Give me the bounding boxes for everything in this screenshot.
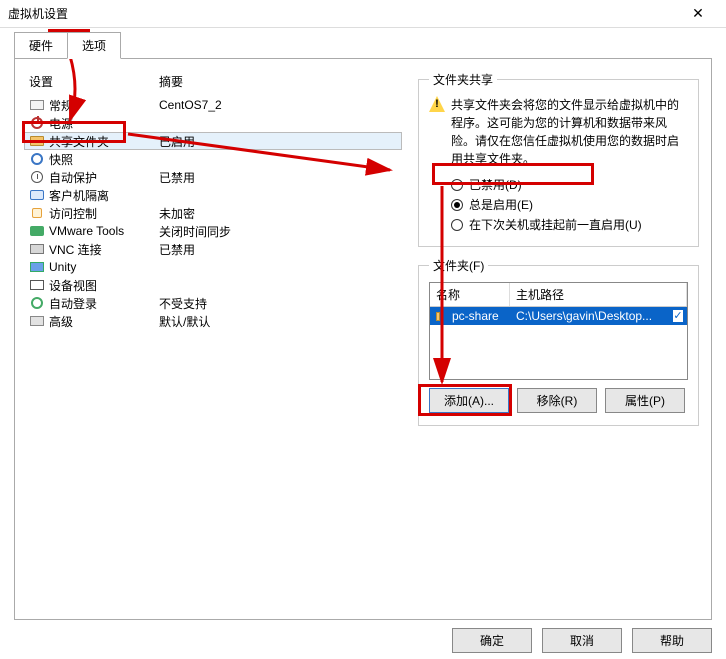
options-row-label: 快照 xyxy=(49,151,159,168)
options-row-advanced[interactable]: 高级 默认/默认 xyxy=(25,312,410,330)
options-row-vmware-tools[interactable]: VMware Tools 关闭时间同步 xyxy=(25,222,410,240)
options-row-summary: 未加密 xyxy=(159,205,195,222)
add-folder-button[interactable]: 添加(A)... xyxy=(429,388,509,413)
radio-disabled[interactable]: 已禁用(D) xyxy=(451,176,688,193)
folder-share-icon xyxy=(430,312,446,321)
window-title: 虚拟机设置 xyxy=(8,5,68,22)
unity-icon xyxy=(29,259,45,275)
vnc-icon xyxy=(29,241,45,257)
options-row-label: 自动登录 xyxy=(49,295,159,312)
options-row-label: 自动保护 xyxy=(49,169,159,186)
options-row-general[interactable]: 常规 CentOS7_2 xyxy=(25,96,410,114)
folder-enabled-check[interactable]: ✓ xyxy=(669,310,687,322)
radio-icon xyxy=(451,219,463,231)
ok-button[interactable]: 确定 xyxy=(452,628,532,653)
options-row-label: 高级 xyxy=(49,313,159,330)
monitor-icon xyxy=(29,97,45,113)
dialog-buttons: 确定 取消 帮助 xyxy=(452,628,712,653)
tab-options[interactable]: 选项 xyxy=(67,32,121,59)
options-row-label: 常规 xyxy=(49,97,159,114)
radio-label: 已禁用(D) xyxy=(469,176,522,193)
details-panel: 文件夹共享 ! 共享文件夹会将您的文件显示给虚拟机中的程序。这可能为您的计算机和… xyxy=(410,59,711,619)
content-area: 设置 摘要 常规 CentOS7_2 电源 共享文件夹 已启用 快照 自动保护 … xyxy=(14,58,712,620)
options-row-device-view[interactable]: 设备视图 xyxy=(25,276,410,294)
options-row-summary: CentOS7_2 xyxy=(159,98,222,112)
radio-label: 总是启用(E) xyxy=(469,196,533,213)
cancel-button[interactable]: 取消 xyxy=(542,628,622,653)
options-row-label: 访问控制 xyxy=(49,205,159,222)
snapshot-icon xyxy=(29,151,45,167)
folders-group-label: 文件夹(F) xyxy=(429,257,488,274)
titlebar: 虚拟机设置 ✕ xyxy=(0,0,726,28)
options-row-summary: 不受支持 xyxy=(159,295,207,312)
login-icon xyxy=(29,295,45,311)
radio-icon xyxy=(451,199,463,211)
sharing-group-label: 文件夹共享 xyxy=(429,71,497,88)
radio-until-next[interactable]: 在下次关机或挂起前一直启用(U) xyxy=(451,216,688,233)
warning-icon: ! xyxy=(429,96,445,112)
remove-folder-button[interactable]: 移除(R) xyxy=(517,388,597,413)
folder-props-button[interactable]: 属性(P) xyxy=(605,388,685,413)
users-icon xyxy=(29,187,45,203)
sharing-warning-text: 共享文件夹会将您的文件显示给虚拟机中的程序。这可能为您的计算机和数据带来风险。请… xyxy=(451,96,688,168)
folders-table[interactable]: 名称 主机路径 pc-share C:\Users\gavin\Desktop.… xyxy=(429,282,688,380)
options-list-panel: 设置 摘要 常规 CentOS7_2 电源 共享文件夹 已启用 快照 自动保护 … xyxy=(15,59,410,619)
options-row-guest-iso[interactable]: 客户机隔离 xyxy=(25,186,410,204)
lock-icon xyxy=(29,205,45,221)
folders-table-row[interactable]: pc-share C:\Users\gavin\Desktop... ✓ xyxy=(430,307,687,325)
options-row-autologin[interactable]: 自动登录 不受支持 xyxy=(25,294,410,312)
folders-button-row: 添加(A)... 移除(R) 属性(P) xyxy=(429,388,688,413)
options-row-label: 共享文件夹 xyxy=(49,133,159,150)
sharing-warning: ! 共享文件夹会将您的文件显示给虚拟机中的程序。这可能为您的计算机和数据带来风险… xyxy=(429,96,688,168)
options-row-label: VMware Tools xyxy=(49,224,159,238)
tab-strip: 硬件 选项 xyxy=(14,32,726,58)
col-header-path: 主机路径 xyxy=(510,283,687,306)
options-row-summary: 关闭时间同步 xyxy=(159,223,231,240)
options-row-vnc[interactable]: VNC 连接 已禁用 xyxy=(25,240,410,258)
options-row-summary: 已禁用 xyxy=(159,241,195,258)
radio-always-enabled[interactable]: 总是启用(E) xyxy=(451,196,688,213)
options-row-label: 设备视图 xyxy=(49,277,159,294)
clock-icon xyxy=(29,169,45,185)
close-icon[interactable]: ✕ xyxy=(678,5,718,22)
sharing-group: 文件夹共享 ! 共享文件夹会将您的文件显示给虚拟机中的程序。这可能为您的计算机和… xyxy=(418,71,699,247)
vmware-icon xyxy=(29,223,45,239)
options-row-label: Unity xyxy=(49,260,159,274)
options-row-label: 电源 xyxy=(49,115,159,132)
col-header-setting: 设置 xyxy=(29,73,159,90)
options-row-access[interactable]: 访问控制 未加密 xyxy=(25,204,410,222)
folder-name: pc-share xyxy=(446,309,510,323)
power-icon xyxy=(29,115,45,131)
options-row-shared-folder[interactable]: 共享文件夹 已启用 xyxy=(24,132,402,150)
device-icon xyxy=(29,277,45,293)
folder-icon xyxy=(29,133,45,149)
options-row-summary: 已启用 xyxy=(159,133,195,150)
col-header-summary: 摘要 xyxy=(159,73,410,90)
options-row-autoprotect[interactable]: 自动保护 已禁用 xyxy=(25,168,410,186)
options-row-label: 客户机隔离 xyxy=(49,187,159,204)
folders-table-header: 名称 主机路径 xyxy=(430,283,687,307)
help-button[interactable]: 帮助 xyxy=(632,628,712,653)
options-row-snapshot[interactable]: 快照 xyxy=(25,150,410,168)
radio-label: 在下次关机或挂起前一直启用(U) xyxy=(469,216,642,233)
options-list-header: 设置 摘要 xyxy=(25,71,410,96)
options-row-label: VNC 连接 xyxy=(49,241,159,258)
radio-icon xyxy=(451,179,463,191)
options-row-power[interactable]: 电源 xyxy=(25,114,410,132)
folder-path: C:\Users\gavin\Desktop... xyxy=(510,309,669,323)
col-header-name: 名称 xyxy=(430,283,510,306)
tab-hardware[interactable]: 硬件 xyxy=(14,32,68,58)
options-row-summary: 默认/默认 xyxy=(159,313,210,330)
options-row-unity[interactable]: Unity xyxy=(25,258,410,276)
advanced-icon xyxy=(29,313,45,329)
folders-group: 文件夹(F) 名称 主机路径 pc-share C:\Users\gavin\D… xyxy=(418,257,699,426)
options-row-summary: 已禁用 xyxy=(159,169,195,186)
